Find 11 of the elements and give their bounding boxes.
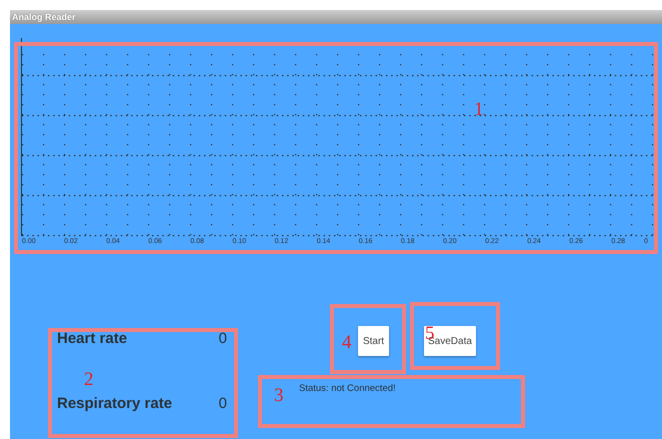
reading-value: 0 xyxy=(218,395,227,412)
annotation-number: 3 xyxy=(274,386,284,405)
reading-value: 0 xyxy=(218,330,227,347)
reading-label: Respiratory rate xyxy=(57,395,172,412)
annotation-number: 1 xyxy=(474,100,484,119)
annotation-number: 4 xyxy=(342,333,352,352)
start-button[interactable]: Start xyxy=(358,326,389,356)
window-title: Analog Reader xyxy=(11,12,76,22)
reading-label: Heart rate xyxy=(57,330,128,347)
status-text: Status: not Connected! xyxy=(299,383,397,394)
annotation-number: 2 xyxy=(84,370,94,389)
